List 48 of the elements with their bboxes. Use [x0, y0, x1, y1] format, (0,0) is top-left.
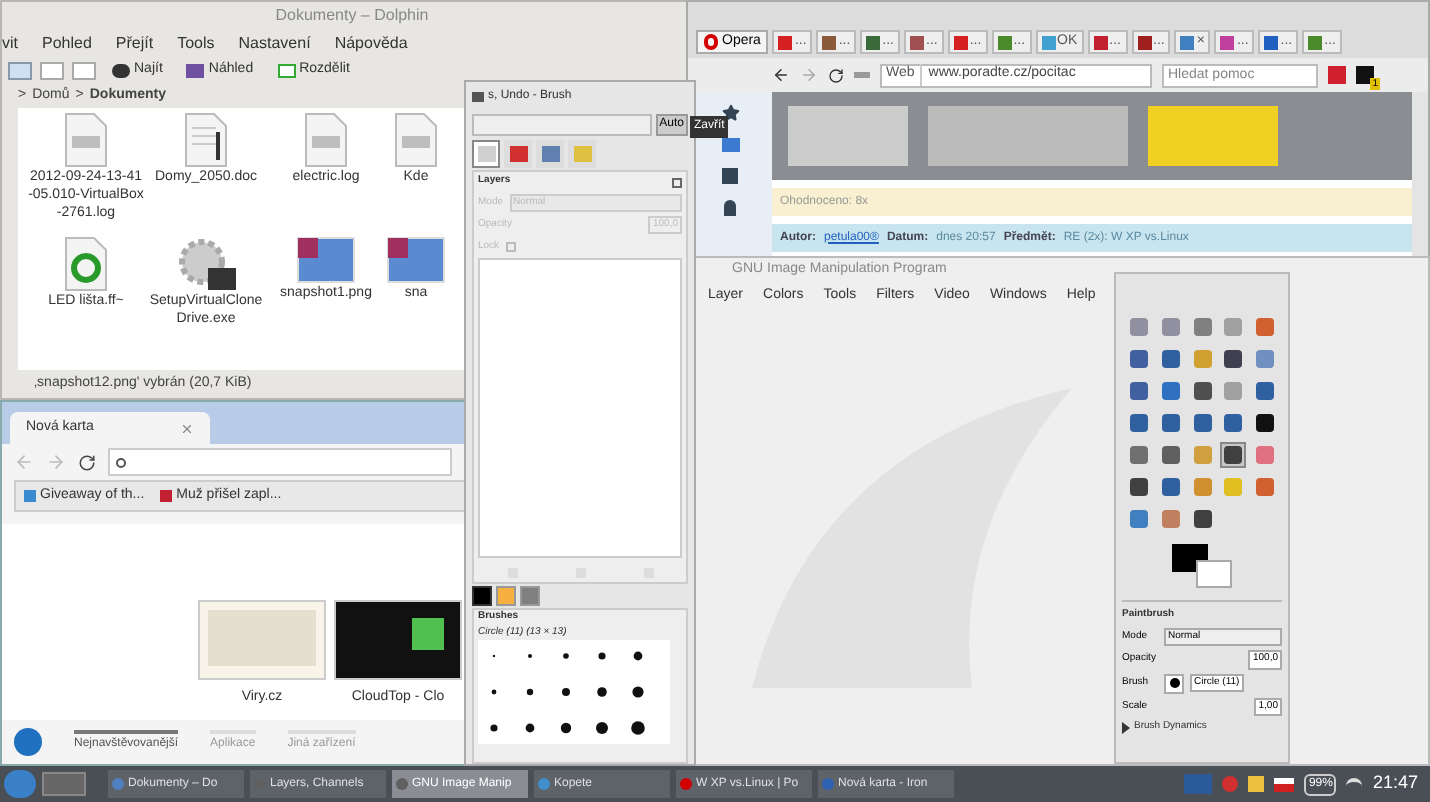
menu-item[interactable]: Nápověda: [334, 31, 408, 55]
menu-item[interactable]: Přejít: [115, 31, 154, 55]
tool-icon[interactable]: [1126, 474, 1152, 500]
address-field[interactable]: [108, 448, 452, 476]
tool-icon[interactable]: [1220, 346, 1247, 372]
app-launcher-icon[interactable]: [14, 728, 42, 756]
tool-icon[interactable]: [1189, 378, 1216, 404]
tool-icon[interactable]: [1189, 506, 1216, 532]
menu-item[interactable]: Tools: [177, 31, 215, 55]
clock[interactable]: 21:47: [1372, 770, 1418, 798]
expander-arrow-icon: [1122, 721, 1130, 734]
columns-view-icon[interactable]: [72, 61, 96, 79]
lock-checkbox[interactable]: [505, 242, 516, 252]
site-thumbnail[interactable]: [334, 599, 462, 679]
tool-icon[interactable]: [1252, 410, 1279, 436]
details-view-icon[interactable]: [40, 61, 64, 79]
star-icon[interactable]: [721, 104, 739, 122]
image-select[interactable]: [472, 113, 652, 135]
pager-icon[interactable]: [42, 772, 86, 796]
close-icon[interactable]: [180, 421, 194, 435]
dock-tab[interactable]: [472, 140, 500, 168]
brush-preview-icon[interactable]: [1164, 673, 1184, 693]
dock-tab[interactable]: [504, 140, 532, 168]
contacts-icon[interactable]: [724, 200, 736, 216]
start-menu-icon[interactable]: [4, 770, 36, 798]
image-file-icon: [296, 236, 356, 284]
forward-icon[interactable]: [46, 452, 66, 472]
back-icon[interactable]: [772, 66, 790, 84]
menu-item[interactable]: Pohled: [42, 31, 92, 55]
image-file-icon: [386, 236, 446, 284]
gear-icon: [176, 236, 236, 292]
window-title: Dokumenty – Dolphin: [275, 4, 429, 28]
icons-view-icon[interactable]: [8, 61, 32, 79]
color-swatches[interactable]: [1172, 544, 1232, 588]
flag-icon[interactable]: [1274, 777, 1295, 791]
search-icon: [116, 457, 126, 467]
reload-icon[interactable]: [828, 67, 844, 83]
reload-icon[interactable]: [78, 453, 96, 471]
menu-item[interactable]: Nastavení: [238, 31, 311, 55]
site-thumbnail[interactable]: [198, 599, 326, 679]
recycle-file-icon: [60, 236, 112, 292]
tab-menu-icon[interactable]: [672, 177, 682, 187]
tool-icon[interactable]: [1220, 442, 1247, 468]
menu-item[interactable]: vit: [2, 31, 18, 55]
mail-icon[interactable]: [721, 138, 739, 152]
dock-tab[interactable]: [536, 140, 564, 168]
forward-icon[interactable]: [800, 66, 818, 84]
page-preview-drawing: [208, 609, 316, 665]
